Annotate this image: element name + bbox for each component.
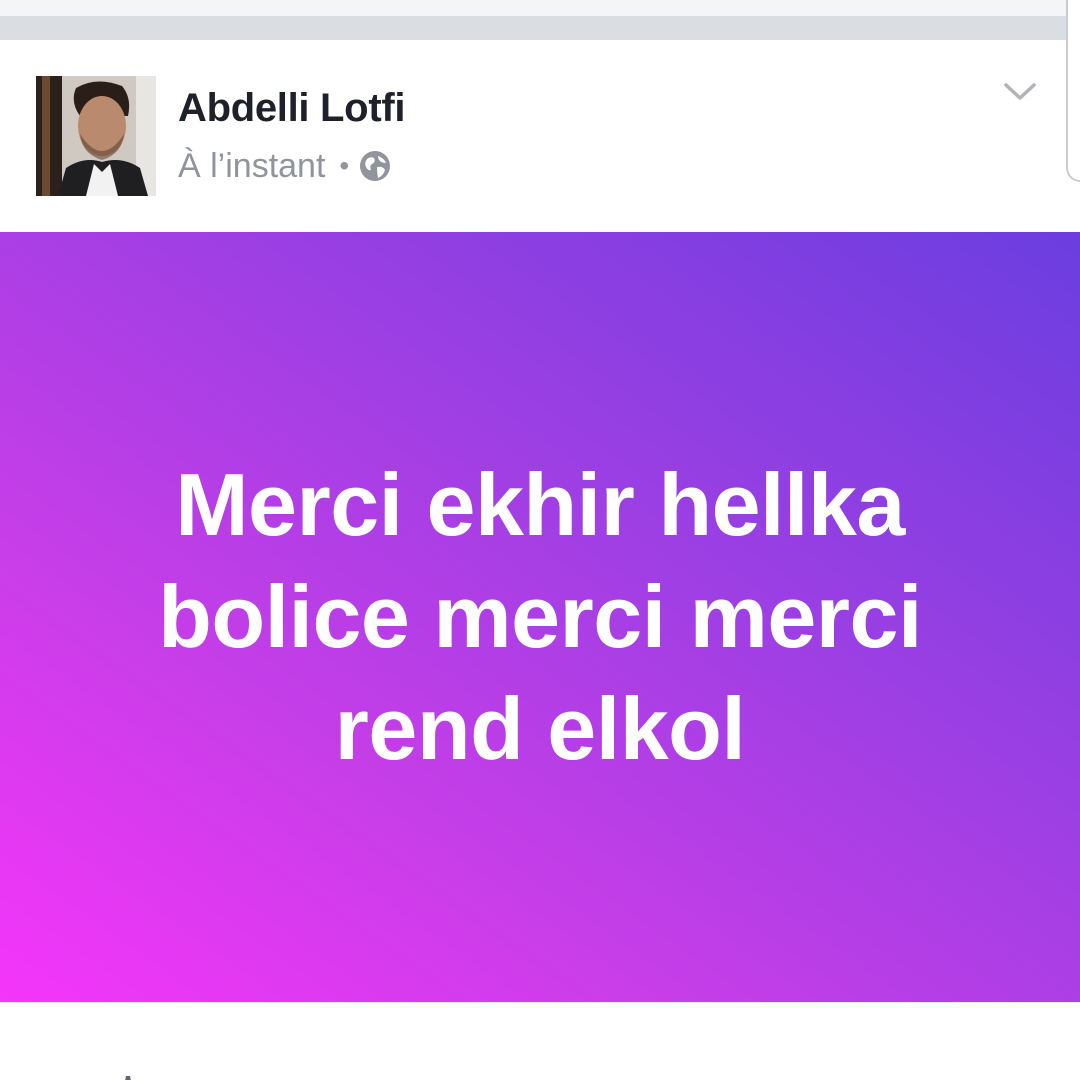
- like-icon[interactable]: [118, 1073, 138, 1080]
- avatar[interactable]: [36, 76, 156, 196]
- chevron-down-icon: [1004, 82, 1036, 107]
- post-actions-bar: [0, 1002, 1080, 1080]
- feed-divider: [0, 16, 1080, 40]
- post-meta: À l’instant •: [178, 144, 391, 188]
- scroll-edge: [1066, 0, 1080, 182]
- post-timestamp[interactable]: À l’instant: [178, 147, 325, 186]
- share-icon[interactable]: [818, 1075, 838, 1080]
- globe-icon[interactable]: [359, 150, 391, 182]
- facebook-post-screen: Abdelli Lotfi À l’instant • Merci ekhir …: [0, 0, 1080, 1080]
- meta-separator: •: [339, 150, 350, 181]
- status-text: Merci ekhir hellka bolice merci merci re…: [158, 455, 922, 778]
- post-options-button[interactable]: [998, 74, 1042, 114]
- top-strip: [0, 0, 1080, 16]
- author-name[interactable]: Abdelli Lotfi: [178, 86, 405, 131]
- post-header: Abdelli Lotfi À l’instant •: [0, 40, 1066, 232]
- status-background-card[interactable]: Merci ekhir hellka bolice merci merci re…: [0, 232, 1080, 1002]
